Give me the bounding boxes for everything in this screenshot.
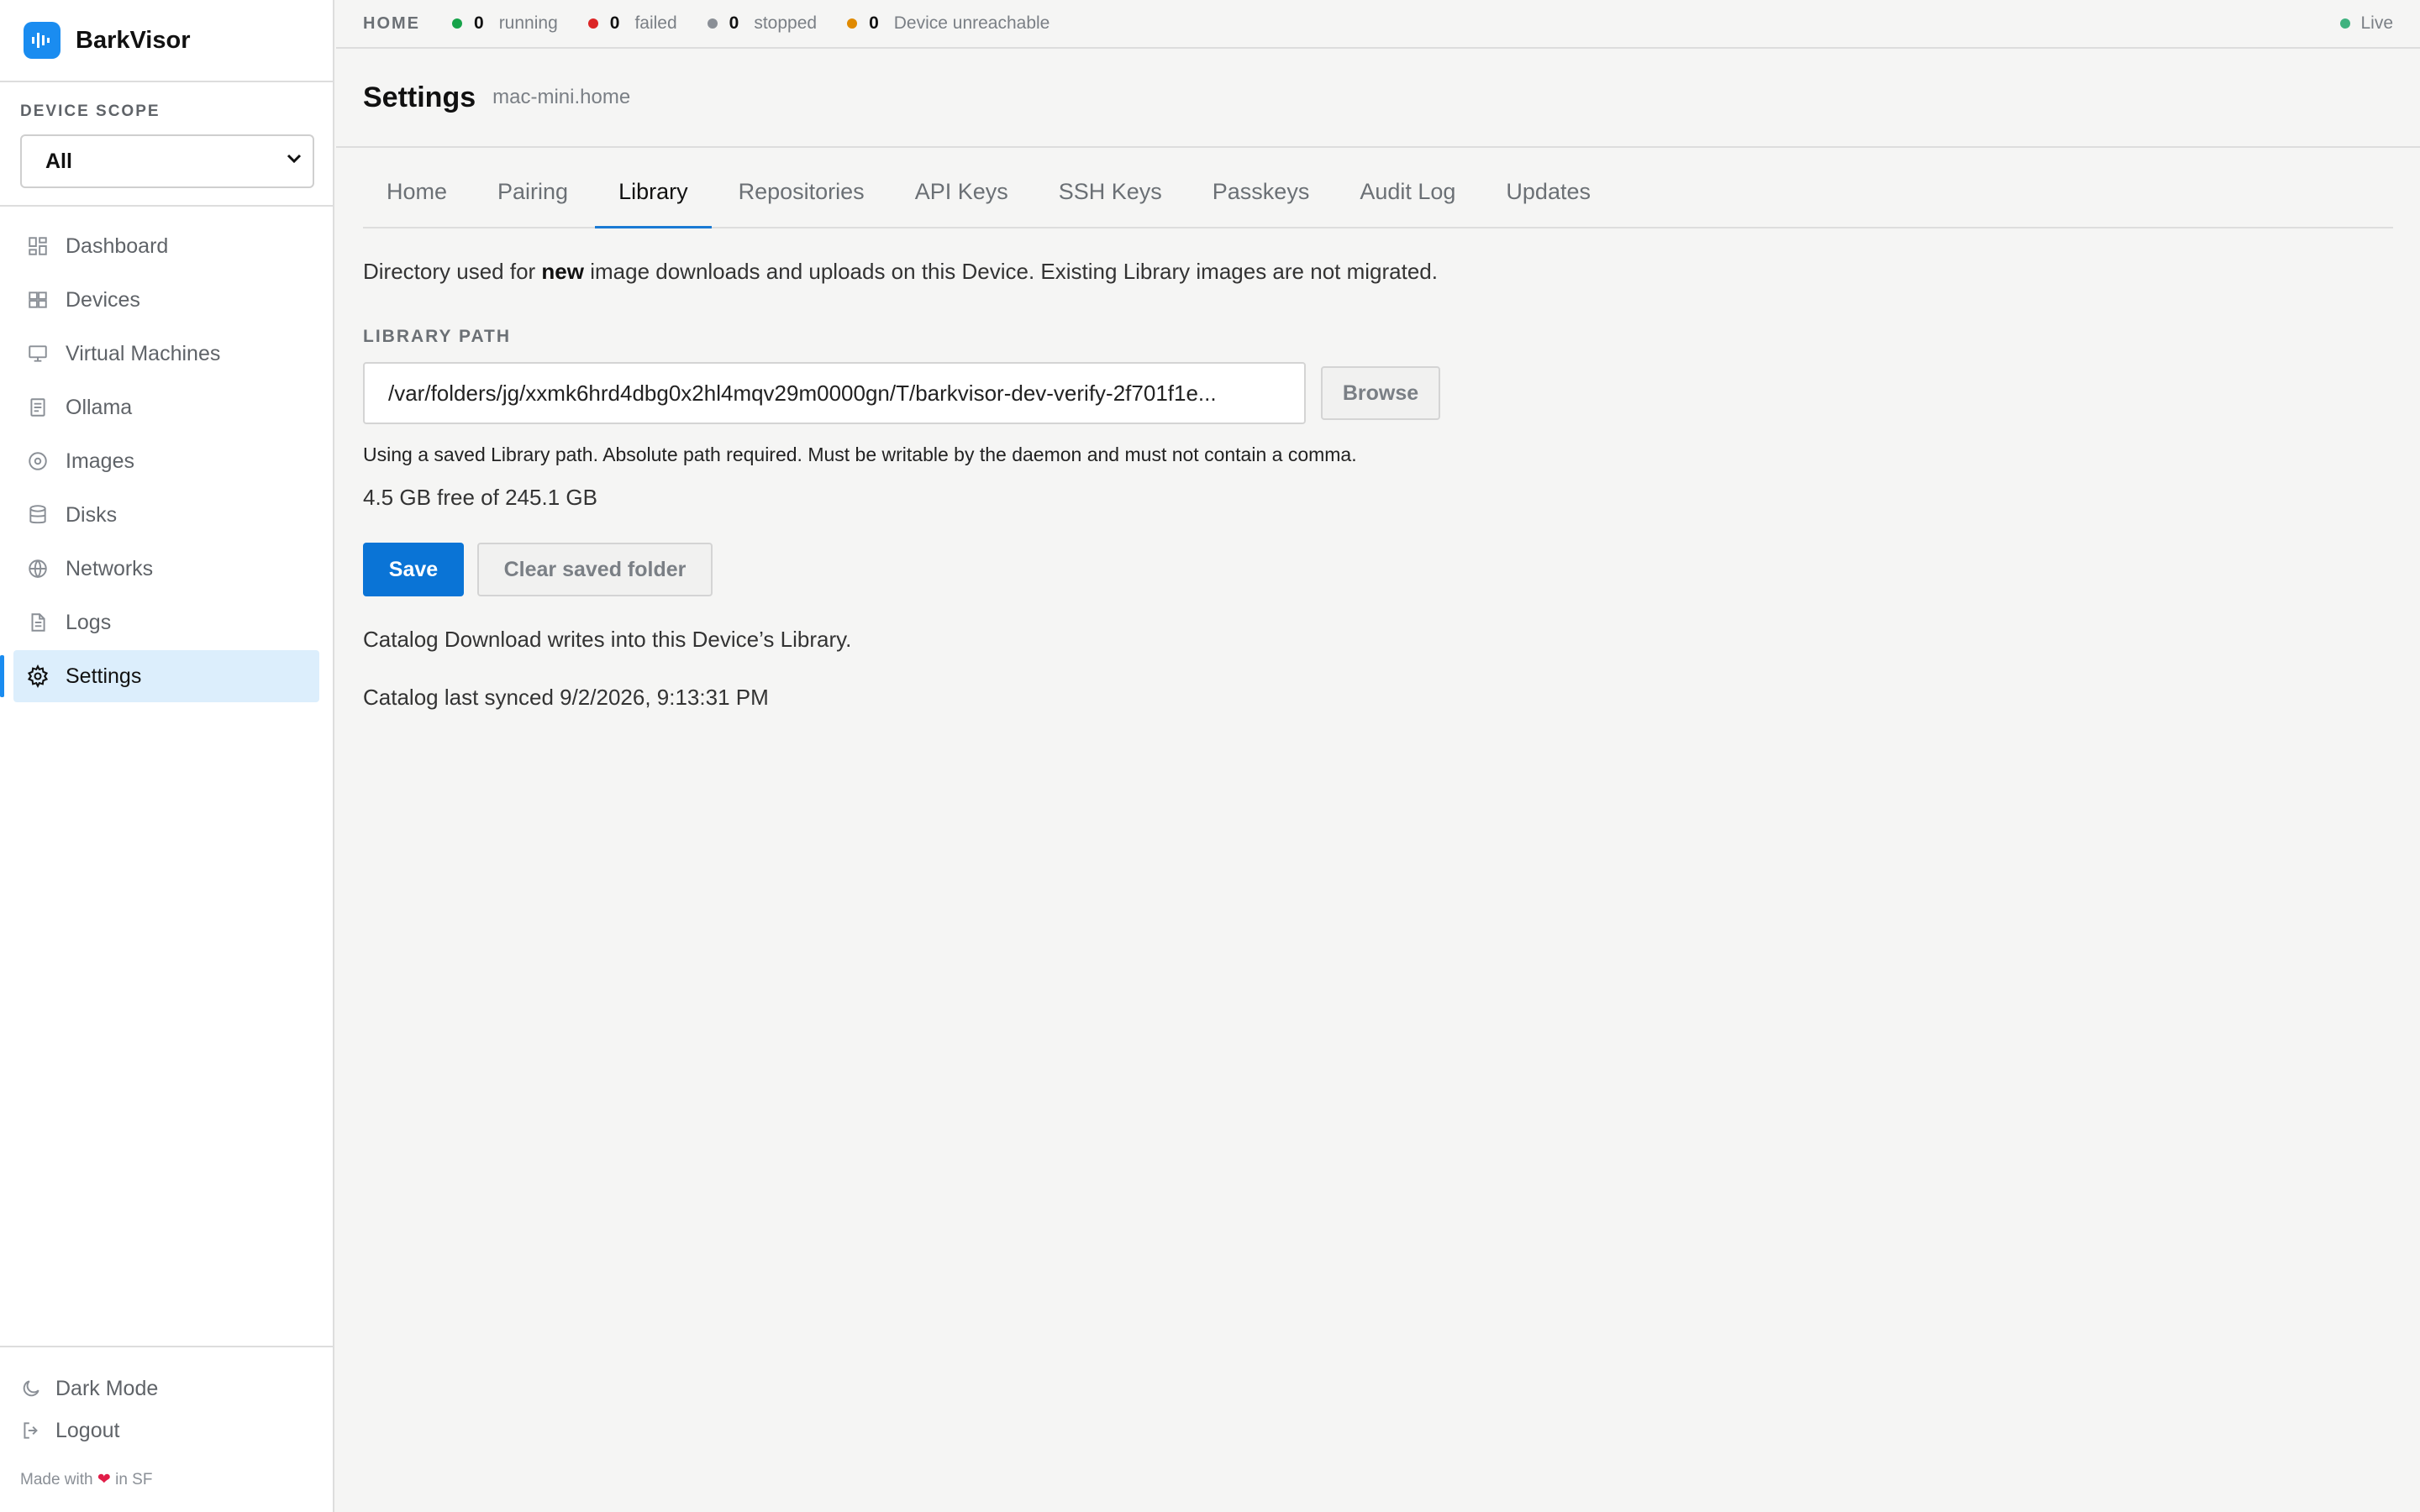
made-with-suffix: in SF [115,1471,153,1488]
stat-running[interactable]: 0 running [452,13,558,34]
tab-home[interactable]: Home [363,146,471,227]
devices-icon [25,287,50,312]
settings-content: Home Pairing Library Repositories API Ke… [363,148,2393,711]
stat-label: failed [634,13,677,33]
monitor-icon [25,341,50,366]
made-with-prefix: Made with [20,1471,93,1488]
stat-count: 0 [609,13,620,33]
file-icon [25,610,50,635]
tab-api-keys[interactable]: API Keys [892,146,1032,227]
sidebar-item-label: Ollama [66,395,133,419]
document-icon [25,395,50,420]
sidebar: BarkVisor DEVICE SCOPE All Dashboard Dev… [0,0,334,1512]
intro-text-start: Directory used for [363,259,542,284]
sidebar-item-label: Settings [66,664,142,688]
browse-button[interactable]: Browse [1321,366,1440,420]
gear-icon [25,664,50,689]
dashboard-icon [25,234,50,259]
stat-stopped[interactable]: 0 stopped [707,13,818,34]
page-header: Settings mac-mini.home [336,49,2420,148]
device-scope-label: DEVICE SCOPE [20,102,160,120]
tab-repositories[interactable]: Repositories [715,146,888,227]
moon-icon [20,1378,42,1399]
device-scope-select[interactable]: All [20,134,314,188]
live-indicator: Live [2340,0,2393,47]
stat-label: running [498,13,558,33]
tab-updates[interactable]: Updates [1482,146,1614,227]
tab-passkeys[interactable]: Passkeys [1189,146,1334,227]
sidebar-item-label: Logs [66,610,112,634]
library-path-input[interactable] [363,362,1306,424]
library-path-row: Browse [363,362,2393,424]
tab-pairing[interactable]: Pairing [474,146,592,227]
sidebar-item-label: Disks [66,502,118,527]
catalog-download-note: Catalog Download writes into this Device… [363,627,852,652]
sidebar-item-virtual-machines[interactable]: Virtual Machines [13,328,319,380]
settings-tabs: Home Pairing Library Repositories API Ke… [363,148,2393,228]
live-dot [2340,18,2351,29]
stat-label: stopped [754,13,818,33]
sidebar-item-dashboard[interactable]: Dashboard [13,220,319,272]
library-path-help: Using a saved Library path. Absolute pat… [363,444,1357,465]
sidebar-item-logs[interactable]: Logs [13,596,319,648]
catalog-synced-note: Catalog last synced 9/2/2026, 9:13:31 PM [363,685,769,710]
status-dot [847,18,858,29]
tab-ssh-keys[interactable]: SSH Keys [1035,146,1186,227]
intro-text-end: image downloads and uploads on this Devi… [583,259,1438,284]
brand[interactable]: BarkVisor [0,0,333,82]
logout-icon [20,1420,42,1441]
live-label: Live [2360,13,2393,33]
stat-count: 0 [729,13,739,33]
sidebar-item-ollama[interactable]: Ollama [13,381,319,433]
stat-failed[interactable]: 0 failed [587,13,677,34]
globe-icon [25,556,50,581]
status-dot [452,18,462,29]
waveform-icon [24,22,60,59]
device-scope-value: All [45,149,72,173]
library-intro: Directory used for new image downloads a… [363,259,2393,285]
heart-icon: ❤ [97,1471,111,1488]
brand-name: BarkVisor [76,26,191,54]
sidebar-item-settings[interactable]: Settings [0,650,319,702]
stat-unreachable[interactable]: 0 Device unreachable [847,13,1050,34]
sidebar-nav: Dashboard Devices Virtual Machines Ollam… [0,207,333,702]
logout-label: Logout [55,1418,120,1442]
library-actions: Save Clear saved folder [363,543,2393,596]
status-dot [707,18,718,29]
status-bar: HOME 0 running 0 failed 0 stopped 0 Devi… [336,0,2420,49]
logout-button[interactable]: Logout [20,1410,313,1452]
free-space: 4.5 GB free of 245.1 GB [363,485,597,510]
page-subtitle: mac-mini.home [492,86,631,108]
dark-mode-toggle[interactable]: Dark Mode [20,1368,313,1410]
sidebar-item-label: Dashboard [66,234,169,258]
sidebar-item-images[interactable]: Images [13,435,319,487]
stat-count: 0 [474,13,484,33]
sidebar-item-label: Devices [66,287,140,312]
sidebar-item-disks[interactable]: Disks [13,489,319,541]
device-scope: DEVICE SCOPE All [0,82,333,207]
clear-saved-folder-button[interactable]: Clear saved folder [477,543,713,596]
dark-mode-label: Dark Mode [55,1376,159,1400]
status-dot [587,18,598,29]
database-icon [25,502,50,528]
intro-emphasis: new [541,259,584,284]
stat-count: 0 [869,13,879,33]
chevron-down-icon [284,149,304,175]
library-path-label: LIBRARY PATH [363,327,512,346]
disc-icon [25,449,50,474]
sidebar-item-label: Virtual Machines [66,341,221,365]
save-button[interactable]: Save [363,543,464,596]
sidebar-item-networks[interactable]: Networks [13,543,319,595]
tab-library[interactable]: Library [595,146,712,228]
sidebar-footer: Dark Mode Logout Made with ❤ in SF [0,1346,333,1512]
stat-label: Device unreachable [893,13,1050,33]
tab-audit-log[interactable]: Audit Log [1336,146,1479,227]
sidebar-item-label: Images [66,449,134,473]
breadcrumb[interactable]: HOME [363,14,420,34]
page-title: Settings [363,81,476,113]
made-with-note: Made with ❤ in SF [20,1470,313,1489]
sidebar-item-label: Networks [66,556,154,580]
sidebar-item-devices[interactable]: Devices [13,274,319,326]
